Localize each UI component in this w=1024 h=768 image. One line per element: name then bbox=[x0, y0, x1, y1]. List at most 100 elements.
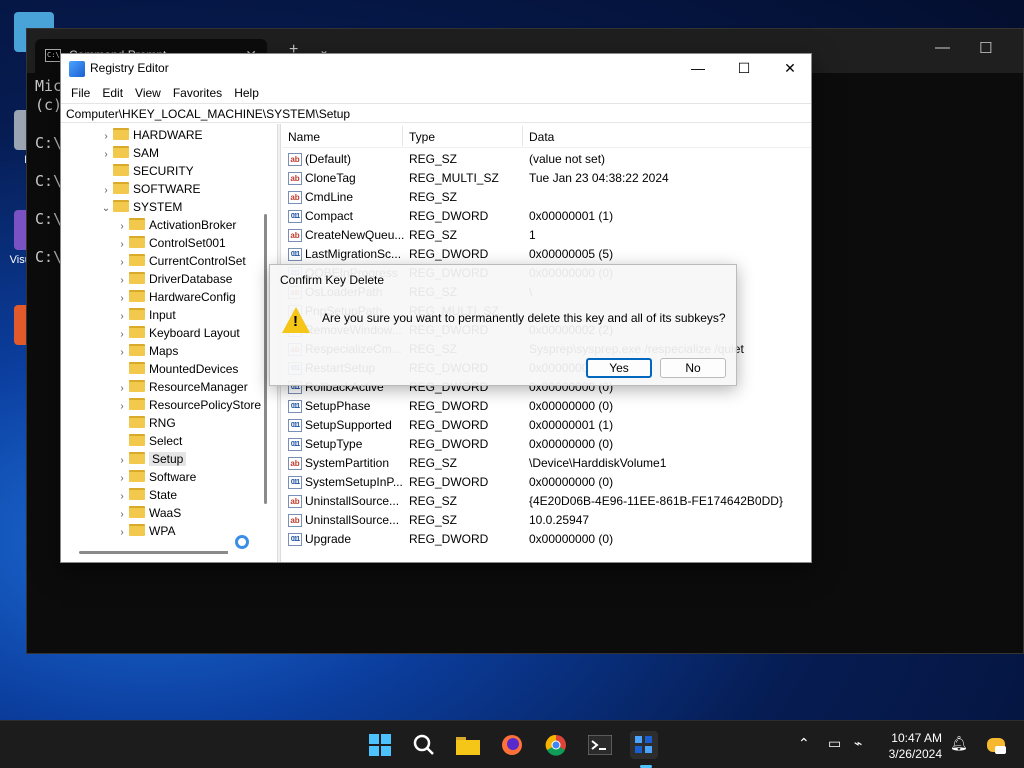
tree-node[interactable]: › Software bbox=[115, 468, 196, 486]
no-button[interactable]: No bbox=[660, 358, 726, 378]
confirm-key-delete-dialog[interactable]: Confirm Key Delete ! Are you sure you wa… bbox=[269, 264, 737, 386]
notification-bell-icon[interactable]: 🔔︎ bbox=[950, 735, 968, 752]
menu-item-edit[interactable]: Edit bbox=[96, 83, 129, 100]
table-row[interactable]: 011 SystemSetupInP... REG_DWORD 0x00000000 … bbox=[282, 473, 811, 492]
tree-node[interactable]: › DriverDatabase bbox=[115, 270, 232, 288]
folder-icon bbox=[129, 380, 145, 392]
chrome-icon[interactable] bbox=[542, 731, 570, 759]
maximize-icon[interactable]: ☐ bbox=[979, 39, 992, 57]
value-data: \Device\HarddiskVolume1 bbox=[529, 456, 667, 470]
tree-node[interactable]: SECURITY bbox=[99, 162, 194, 180]
tree-node-label: Select bbox=[149, 434, 183, 448]
file-explorer-icon[interactable] bbox=[454, 731, 482, 759]
tree-node[interactable]: › HARDWARE bbox=[99, 126, 203, 144]
dialog-message: Are you sure you want to permanently del… bbox=[322, 311, 726, 325]
value-type: REG_SZ bbox=[409, 152, 458, 166]
chevron-up-icon[interactable]: ⌃ bbox=[798, 735, 810, 752]
firefox-icon[interactable] bbox=[498, 731, 526, 759]
registry-editor-taskbar-icon[interactable] bbox=[630, 731, 658, 759]
tree-node[interactable]: › CurrentControlSet bbox=[115, 252, 246, 270]
tree-node[interactable]: RNG bbox=[115, 414, 176, 432]
tree-node[interactable]: › Maps bbox=[115, 342, 178, 360]
table-row[interactable]: ab UninstallSource... REG_SZ {4E20D06B-4E96… bbox=[282, 492, 811, 511]
table-row[interactable]: 011 LastMigrationSc... REG_DWORD 0x00000005… bbox=[282, 245, 811, 264]
search-icon[interactable] bbox=[410, 731, 438, 759]
binary-value-icon: 011 bbox=[288, 438, 302, 451]
table-row[interactable]: ab (Default) REG_SZ (value not set) bbox=[282, 150, 811, 169]
binary-value-icon: 011 bbox=[288, 419, 302, 432]
network-icon[interactable]: ⌁ bbox=[854, 735, 862, 752]
regedit-app-icon bbox=[69, 61, 85, 77]
value-name: SetupSupported bbox=[305, 418, 392, 432]
cmd-console-output[interactable]: Mic (c) C:\ C:\ C:\ C:\ bbox=[35, 77, 62, 267]
tree-node[interactable]: › WaaS bbox=[115, 504, 181, 522]
value-type: REG_SZ bbox=[409, 190, 458, 204]
table-row[interactable]: 011 SetupType REG_DWORD 0x00000000 (0) bbox=[282, 435, 811, 454]
table-row[interactable]: 011 SetupSupported REG_DWORD 0x00000001 (1) bbox=[282, 416, 811, 435]
table-row[interactable]: 011 Upgrade REG_DWORD 0x00000000 (0) bbox=[282, 530, 811, 549]
close-icon[interactable]: ✕ bbox=[767, 57, 811, 81]
tree-node[interactable]: › Input bbox=[115, 306, 176, 324]
table-row[interactable]: ab CloneTag REG_MULTI_SZ Tue Jan 23 04:38:2… bbox=[282, 169, 811, 188]
string-value-icon: ab bbox=[288, 495, 302, 508]
tree-node[interactable]: MountedDevices bbox=[115, 360, 238, 378]
table-row[interactable]: 011 Compact REG_DWORD 0x00000001 (1) bbox=[282, 207, 811, 226]
tree-node[interactable]: › ResourcePolicyStore bbox=[115, 396, 261, 414]
string-value-icon: ab bbox=[288, 191, 302, 204]
copilot-icon[interactable] bbox=[982, 731, 1010, 759]
string-value-icon: ab bbox=[288, 153, 302, 166]
menu-item-file[interactable]: File bbox=[65, 83, 96, 100]
minimize-icon[interactable]: — bbox=[675, 57, 721, 81]
tree-node[interactable]: › State bbox=[115, 486, 177, 504]
folder-icon bbox=[129, 362, 145, 374]
tree-node[interactable]: › ResourceManager bbox=[115, 378, 248, 396]
tree-node-label: SECURITY bbox=[133, 164, 194, 178]
tree-node[interactable]: › SAM bbox=[99, 144, 159, 162]
tree-node[interactable]: › SOFTWARE bbox=[99, 180, 201, 198]
table-row[interactable]: 011 SetupPhase REG_DWORD 0x00000000 (0) bbox=[282, 397, 811, 416]
value-data: (value not set) bbox=[529, 152, 606, 166]
chevron-right-icon[interactable]: › bbox=[115, 524, 129, 542]
tree-node[interactable]: Select bbox=[115, 432, 182, 450]
tree-node[interactable]: › ActivationBroker bbox=[115, 216, 236, 234]
value-name: CreateNewQueu... bbox=[305, 228, 405, 242]
tree-node[interactable]: › Setup bbox=[115, 450, 187, 468]
minimize-icon[interactable]: — bbox=[935, 39, 950, 56]
console-line: (c) bbox=[35, 96, 63, 114]
maximize-icon[interactable]: ☐ bbox=[721, 57, 767, 81]
tree-node[interactable]: › HardwareConfig bbox=[115, 288, 236, 306]
terminal-icon[interactable] bbox=[586, 731, 614, 759]
column-data[interactable]: Data bbox=[529, 130, 554, 144]
table-row[interactable]: ab CreateNewQueu... REG_SZ 1 bbox=[282, 226, 811, 245]
start-button[interactable] bbox=[366, 731, 394, 759]
table-row[interactable]: ab CmdLine REG_SZ bbox=[282, 188, 811, 207]
tree-node[interactable]: › ControlSet001 bbox=[115, 234, 226, 252]
menu-item-view[interactable]: View bbox=[129, 83, 167, 100]
window-title: Registry Editor bbox=[90, 61, 169, 75]
table-row[interactable]: ab SystemPartition REG_SZ \Device\HarddiskV… bbox=[282, 454, 811, 473]
value-name: SetupPhase bbox=[305, 399, 371, 413]
tree-node[interactable]: › Keyboard Layout bbox=[115, 324, 240, 342]
registry-tree[interactable]: › HARDWARE › SAM SECURITY › SOFTWARE ⌄ SYSTEM › Ac… bbox=[61, 124, 276, 562]
column-name[interactable]: Name bbox=[288, 130, 320, 144]
tree-node[interactable]: › WPA bbox=[115, 522, 175, 540]
value-name: LastMigrationSc... bbox=[305, 247, 402, 261]
system-clock[interactable]: 10:47 AM 3/26/2024 bbox=[880, 730, 942, 762]
table-row[interactable]: ab UninstallSource... REG_SZ 10.0.25947 bbox=[282, 511, 811, 530]
address-bar[interactable]: Computer\HKEY_LOCAL_MACHINE\SYSTEM\Setup bbox=[61, 103, 811, 123]
tree-vertical-scrollbar[interactable] bbox=[264, 214, 267, 504]
column-type[interactable]: Type bbox=[409, 130, 435, 144]
tree-horizontal-scrollbar[interactable] bbox=[79, 551, 229, 554]
tree-node-label: ControlSet001 bbox=[149, 236, 226, 250]
display-icon[interactable]: ▭ bbox=[828, 735, 841, 752]
menu-item-help[interactable]: Help bbox=[228, 83, 265, 100]
tree-node[interactable]: ⌄ SYSTEM bbox=[99, 198, 182, 216]
yes-button[interactable]: Yes bbox=[586, 358, 652, 378]
tree-node-label: ResourcePolicyStore bbox=[149, 398, 262, 412]
value-data: 0x00000001 (1) bbox=[529, 209, 614, 223]
chevron-down-icon[interactable]: ⌄ bbox=[99, 200, 113, 218]
menu-item-favorites[interactable]: Favorites bbox=[167, 83, 228, 100]
value-data: {4E20D06B-4E96-11EE-861B-FE174642B0DD} bbox=[529, 494, 783, 508]
value-data: 0x00000000 (0) bbox=[529, 399, 614, 413]
